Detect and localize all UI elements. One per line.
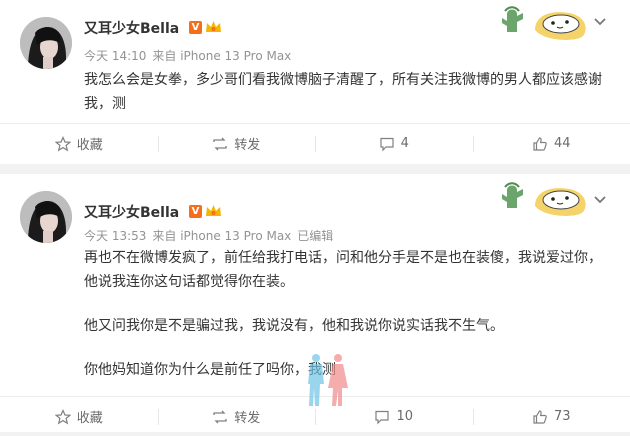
comment-icon (379, 136, 395, 152)
thumbs-up-icon (532, 409, 548, 425)
post-paragraph: 他又问我你是不是骗过我，我说没有，他和我说你说实话我不生气。 (84, 314, 606, 338)
repost-icon (212, 409, 228, 425)
favorite-button[interactable]: 收藏 (0, 397, 158, 436)
repost-icon (212, 136, 228, 152)
thumbs-up-icon (532, 136, 548, 152)
author-name[interactable]: 又耳少女Bella (84, 202, 179, 222)
repost-label: 转发 (234, 134, 260, 153)
post-paragraph: 我怎么会是女拳，多少哥们看我微博脑子清醒了，所有关注我微博的男人都应该感谢我，测 (84, 68, 606, 116)
avatar[interactable] (20, 17, 72, 69)
verified-icon: V (189, 205, 202, 218)
chevron-down-icon[interactable] (592, 194, 608, 206)
chevron-down-icon[interactable] (592, 16, 608, 28)
card-decoration (497, 4, 593, 44)
avatar[interactable] (20, 191, 72, 243)
like-button[interactable]: 73 (473, 397, 630, 436)
like-button[interactable]: 44 (473, 124, 630, 163)
post-meta: 今天 13:53 来自 iPhone 13 Pro Max 已编辑 (84, 227, 339, 244)
card-decoration (497, 180, 593, 220)
repost-button[interactable]: 转发 (158, 124, 316, 163)
watermark-figures (302, 352, 354, 408)
post-content: 我怎么会是女拳，多少哥们看我微博脑子清醒了，所有关注我微博的男人都应该感谢我，测 (84, 68, 606, 116)
repost-button[interactable]: 转发 (158, 397, 316, 436)
favorite-label: 收藏 (77, 407, 103, 426)
favorite-button[interactable]: 收藏 (0, 124, 158, 163)
comment-icon (374, 409, 390, 425)
star-icon (55, 409, 71, 425)
like-count: 44 (554, 136, 571, 151)
favorite-label: 收藏 (77, 134, 103, 153)
post-action-bar: 收藏 转发 4 44 (0, 123, 630, 163)
post-time[interactable]: 今天 13:53 (84, 229, 146, 243)
post-meta: 今天 14:10 来自 iPhone 13 Pro Max (84, 47, 297, 64)
author-name[interactable]: 又耳少女Bella (84, 18, 179, 38)
like-count: 73 (554, 409, 571, 424)
verified-icon: V (189, 21, 202, 34)
comment-button[interactable]: 4 (315, 124, 473, 163)
comment-count: 10 (396, 409, 413, 424)
member-crown-icon[interactable] (205, 20, 222, 34)
post-card: 又耳少女Bella V 今天 14:10 来自 iPhone 13 Pro Max… (0, 0, 630, 164)
post-source: 来自 iPhone 13 Pro Max (152, 49, 291, 63)
comment-count: 4 (401, 136, 409, 151)
post-paragraph: 再也不在微博发疯了，前任给我打电话，问和他分手是不是也在装傻，我说爱过你，他说我… (84, 246, 606, 294)
star-icon (55, 136, 71, 152)
member-crown-icon[interactable] (205, 204, 222, 218)
repost-label: 转发 (234, 407, 260, 426)
post-source: 来自 iPhone 13 Pro Max (152, 229, 291, 243)
edited-label[interactable]: 已编辑 (297, 229, 333, 243)
post-time[interactable]: 今天 14:10 (84, 49, 146, 63)
